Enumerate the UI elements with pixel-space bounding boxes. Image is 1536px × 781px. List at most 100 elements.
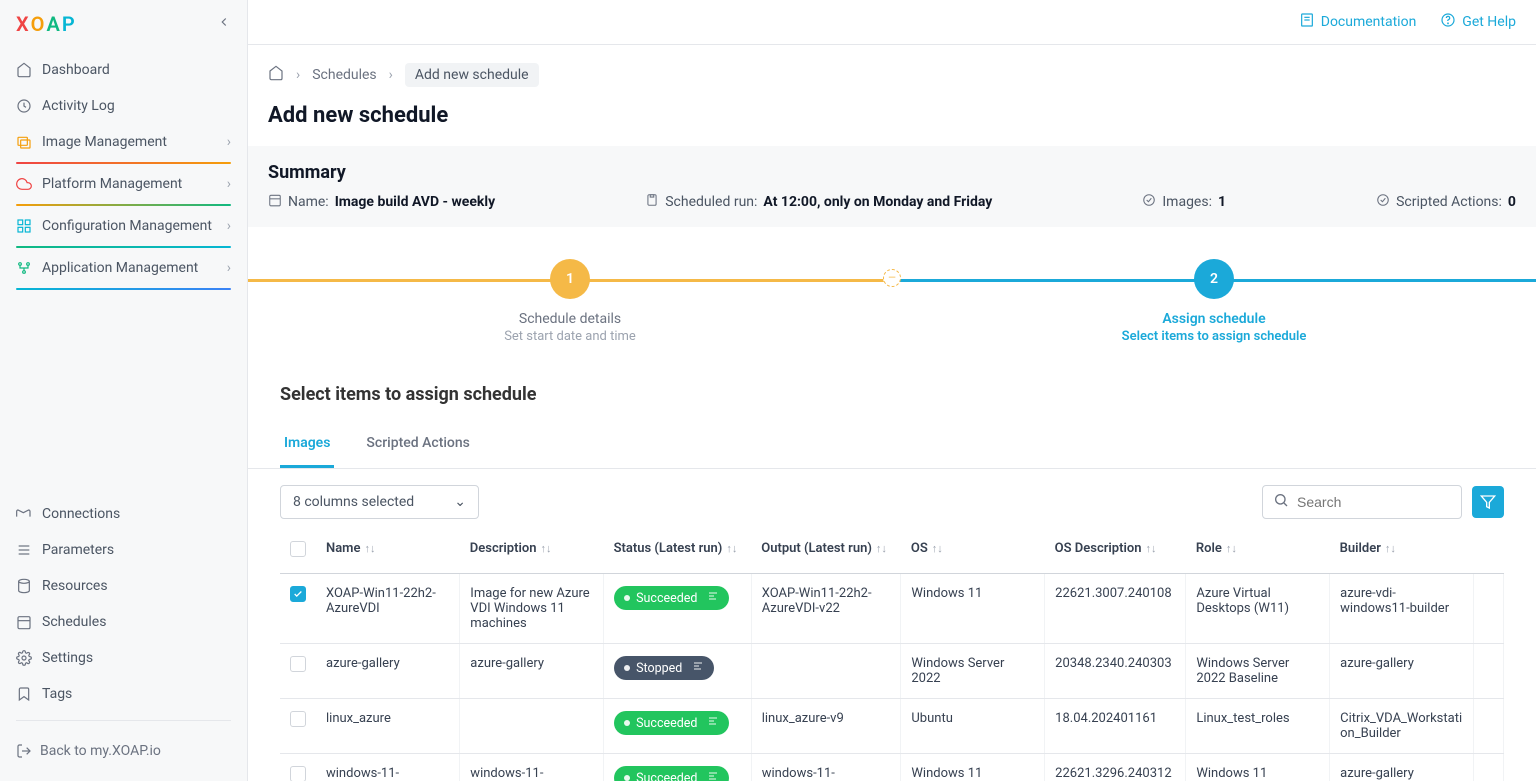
documentation-link[interactable]: Documentation <box>1299 12 1417 32</box>
sidebar: XOAP Dashboard Activity Log Image Manage… <box>0 0 248 781</box>
status-badge[interactable]: Stopped <box>614 656 714 680</box>
chevron-right-icon: › <box>227 218 231 234</box>
calendar-icon <box>16 614 32 630</box>
documentation-label: Documentation <box>1321 14 1417 30</box>
nav-dashboard[interactable]: Dashboard <box>8 52 239 88</box>
nav-label: Settings <box>42 650 93 666</box>
cell-role: Windows Server 2022 Baseline <box>1186 644 1330 699</box>
sort-icon: ↑↓ <box>364 542 375 555</box>
cell-status: Succeeded <box>604 754 752 781</box>
stepper: — 1 Schedule details Set start date and … <box>248 259 1536 344</box>
sliders-icon <box>16 542 32 558</box>
sort-icon: ↑↓ <box>876 542 887 555</box>
cell-builder: Citrix_VDA_Workstation_Builder <box>1330 699 1474 754</box>
nav-label: Activity Log <box>42 98 115 114</box>
cell-os: Windows 11 <box>901 574 1045 644</box>
nav-application-management[interactable]: Application Management › <box>8 250 239 286</box>
breadcrumb: › Schedules › Add new schedule <box>248 45 1536 99</box>
cell-description <box>460 699 604 754</box>
status-badge[interactable]: Succeeded <box>614 766 729 781</box>
col-name[interactable]: Name↑↓ <box>316 529 460 574</box>
breadcrumb-home[interactable] <box>268 65 284 85</box>
nav-resources[interactable]: Resources <box>8 568 239 604</box>
step-1[interactable]: 1 Schedule details Set start date and ti… <box>248 259 892 344</box>
calendar-icon <box>268 193 282 211</box>
back-link[interactable]: Back to my.XOAP.io <box>8 729 239 773</box>
nav-image-management[interactable]: Image Management › <box>8 124 239 160</box>
chevron-right-icon: › <box>389 67 393 83</box>
filter-button[interactable] <box>1472 486 1504 518</box>
nav-label: Configuration Management <box>42 218 212 234</box>
tabs: Images Scripted Actions <box>248 421 1536 469</box>
col-os-description[interactable]: OS Description↑↓ <box>1045 529 1186 574</box>
nav-label: Connections <box>42 506 120 522</box>
nav-label: Dashboard <box>42 62 110 78</box>
row-checkbox[interactable] <box>290 586 306 602</box>
cloud-icon <box>16 176 32 192</box>
breadcrumb-current: Add new schedule <box>405 63 539 87</box>
cell-output <box>751 644 901 699</box>
nav-tags[interactable]: Tags <box>8 676 239 712</box>
nav-schedules[interactable]: Schedules <box>8 604 239 640</box>
breadcrumb-schedules[interactable]: Schedules <box>312 67 376 83</box>
nav-connections[interactable]: Connections <box>8 496 239 532</box>
col-output[interactable]: Output (Latest run)↑↓ <box>751 529 901 574</box>
step-2-circle: 2 <box>1194 259 1234 299</box>
cell-builder: azure-vdi-windows11-builder <box>1330 574 1474 644</box>
log-icon <box>707 715 719 731</box>
cell-description: windows-11-multisession <box>460 754 604 781</box>
step-1-subtitle: Set start date and time <box>504 329 636 344</box>
nav-activity-log[interactable]: Activity Log <box>8 88 239 124</box>
cell-os_desc: 22621.3007.240108 <box>1045 574 1186 644</box>
nav-platform-management[interactable]: Platform Management › <box>8 166 239 202</box>
tab-images[interactable]: Images <box>280 421 334 468</box>
search-input[interactable] <box>1297 494 1447 510</box>
tab-scripted-actions[interactable]: Scripted Actions <box>362 421 473 468</box>
gethelp-link[interactable]: Get Help <box>1440 12 1516 32</box>
row-checkbox[interactable] <box>290 711 306 727</box>
status-badge[interactable]: Succeeded <box>614 586 729 610</box>
nav-settings[interactable]: Settings <box>8 640 239 676</box>
summary-panel: Summary Name: Image build AVD - weekly S… <box>248 146 1536 227</box>
column-selector[interactable]: 8 columns selected ⌄ <box>280 485 479 519</box>
cell-os_desc: 22621.3296.240312 <box>1045 754 1186 781</box>
sort-icon: ↑↓ <box>726 542 737 555</box>
cell-name: windows-11-multisession <box>316 754 460 781</box>
log-icon <box>707 770 719 781</box>
bookmark-icon <box>16 686 32 702</box>
nav-label: Resources <box>42 578 108 594</box>
col-builder[interactable]: Builder↑↓ <box>1330 529 1474 574</box>
search-box[interactable] <box>1262 485 1462 519</box>
cell-name: azure-gallery <box>316 644 460 699</box>
sort-icon: ↑↓ <box>932 542 943 555</box>
cell-os: Windows Server 2022 <box>901 644 1045 699</box>
col-description[interactable]: Description↑↓ <box>460 529 604 574</box>
select-all-checkbox[interactable] <box>290 541 306 557</box>
row-checkbox[interactable] <box>290 656 306 672</box>
sidebar-collapse-button[interactable] <box>217 15 231 33</box>
cell-name: XOAP-Win11-22h2-AzureVDI <box>316 574 460 644</box>
app-icon <box>16 260 32 276</box>
step-2[interactable]: 2 Assign schedule Select items to assign… <box>892 259 1536 344</box>
chevron-right-icon: › <box>296 67 300 83</box>
nav-configuration-management[interactable]: Configuration Management › <box>8 208 239 244</box>
cell-status: Succeeded <box>604 574 752 644</box>
log-icon <box>692 660 704 676</box>
status-badge[interactable]: Succeeded <box>614 711 729 735</box>
col-os[interactable]: OS↑↓ <box>901 529 1045 574</box>
page-title: Add new schedule <box>248 99 1536 146</box>
chevron-down-icon: ⌄ <box>454 494 466 510</box>
stepper-collapse-icon[interactable]: — <box>883 269 901 287</box>
row-checkbox[interactable] <box>290 766 306 781</box>
search-icon <box>1273 492 1289 512</box>
clipboard-icon <box>645 193 659 211</box>
nav-label: Image Management <box>42 134 167 150</box>
cell-output: linux_azure-v9 <box>751 699 901 754</box>
nav-label: Tags <box>42 686 72 702</box>
col-status[interactable]: Status (Latest run)↑↓ <box>604 529 752 574</box>
summary-images: Images: 1 <box>1142 193 1226 211</box>
nav-parameters[interactable]: Parameters <box>8 532 239 568</box>
cell-role: Windows 11 Baseline <box>1186 754 1330 781</box>
logo: XOAP <box>16 12 75 36</box>
col-role[interactable]: Role↑↓ <box>1186 529 1330 574</box>
